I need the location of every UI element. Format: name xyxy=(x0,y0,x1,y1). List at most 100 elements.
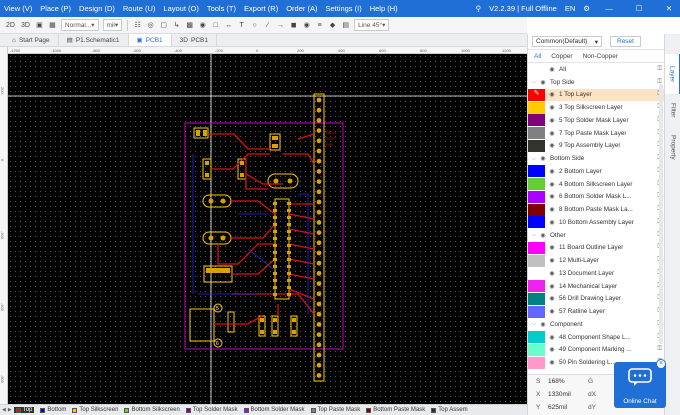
layer-color-swatch[interactable] xyxy=(528,216,545,229)
layer-row[interactable]: ◉57 Ratline Layer⚿ xyxy=(528,305,665,318)
layer-row[interactable]: ◉10 Bottom Assembly Layer⚿ xyxy=(528,216,665,229)
chevron-down-icon[interactable]: ⌵ xyxy=(532,232,539,238)
shape-icon[interactable]: ○ xyxy=(248,19,261,32)
filter-tab[interactable]: Non-Copper xyxy=(583,53,618,60)
menu-item[interactable]: Order (A) xyxy=(282,4,321,13)
route-icon[interactable]: ↳ xyxy=(170,19,183,32)
tab-pcb1[interactable]: 3D PCB1 xyxy=(171,34,217,46)
eye-icon[interactable]: ◉ xyxy=(548,142,556,149)
eye-icon[interactable]: ◉ xyxy=(548,359,556,366)
preset-select[interactable]: Common(Default) ▾ xyxy=(532,36,602,47)
line-angle-select[interactable]: Line 45° ▾ xyxy=(354,19,390,31)
chevron-down-icon[interactable]: ⌵ xyxy=(532,156,539,162)
eye-icon[interactable]: ◉ xyxy=(548,308,556,315)
eye-icon[interactable]: ◉ xyxy=(539,232,547,239)
layer-color-swatch[interactable] xyxy=(528,292,545,305)
pcb-canvas[interactable]: NEXT TEXT PIN 5 6 xyxy=(8,54,527,404)
layer-color-swatch[interactable] xyxy=(528,267,545,280)
layer-row[interactable]: ◉5 Top Solder Mask Layer⚿ xyxy=(528,114,665,127)
camera-icon[interactable]: ▣ xyxy=(33,19,46,32)
text-icon[interactable]: T xyxy=(235,19,248,32)
layer-row[interactable]: ◉ 49 Component Marking ... ⚿ xyxy=(528,343,665,357)
grid-icon[interactable]: ▦ xyxy=(46,19,59,32)
eye-icon[interactable]: ◉ xyxy=(548,257,556,264)
layer-switch-item[interactable]: Bottom Paste Mask xyxy=(366,407,425,413)
layer-switch-item[interactable]: Bottom Solder Mask xyxy=(243,407,305,413)
online-chat-button[interactable]: Online Chat xyxy=(614,362,666,408)
layer-color-swatch[interactable] xyxy=(528,63,545,76)
pad-icon[interactable]: ◆ xyxy=(326,19,339,32)
layer-color-swatch[interactable] xyxy=(528,165,545,178)
layer-color-swatch[interactable] xyxy=(528,254,545,267)
eye-icon[interactable]: ◉ xyxy=(548,295,556,302)
layer-row[interactable]: ◉9 Top Assembly Layer⚿ xyxy=(528,139,665,153)
tab-pcb1[interactable]: ▣ PCB1 xyxy=(128,34,172,46)
eye-icon[interactable]: ◉ xyxy=(548,244,556,251)
layer-color-swatch[interactable] xyxy=(528,241,545,254)
filter-tab[interactable]: All xyxy=(534,53,541,60)
chevron-down-icon[interactable]: ⌵ xyxy=(532,321,539,327)
layer-row[interactable]: ◉14 Mechanical Layer⚿ xyxy=(528,280,665,293)
tab-start-page[interactable]: ⌂ Start Page xyxy=(4,34,59,46)
layer-row[interactable]: ◉48 Component Shape L...⚿ xyxy=(528,331,665,344)
menu-item[interactable]: Tools (T) xyxy=(203,4,240,13)
line-icon[interactable]: ∕ xyxy=(261,19,274,32)
layer-color-swatch[interactable] xyxy=(528,139,545,152)
layer-row[interactable]: ◉ All ⚿ xyxy=(528,63,665,76)
layer-switch-item[interactable]: Bottom xyxy=(40,407,66,413)
layer-switch-item[interactable]: Top Assem xyxy=(431,407,468,413)
menu-item[interactable]: Settings (I) xyxy=(321,4,365,13)
language-button[interactable]: EN xyxy=(565,4,575,13)
layer-stack-icon[interactable]: ▤ xyxy=(339,19,352,32)
scrollbar[interactable] xyxy=(659,84,663,344)
layer-color-swatch[interactable] xyxy=(528,280,545,293)
eye-icon[interactable]: ◉ xyxy=(548,117,556,124)
prev-layer-icon[interactable]: ◀ xyxy=(2,407,6,413)
hole-icon[interactable]: ◉ xyxy=(196,19,209,32)
eye-icon[interactable]: ◉ xyxy=(539,79,547,86)
lock-icon[interactable]: ⚿ xyxy=(657,66,662,73)
layer-color-swatch[interactable] xyxy=(528,178,545,191)
layer-color-swatch[interactable] xyxy=(528,343,545,356)
snap-icon[interactable]: ☷ xyxy=(131,19,144,32)
gear-icon[interactable]: ⚙ xyxy=(583,4,590,13)
layer-row[interactable]: ◉56 Drill Drawing Layer⚿ xyxy=(528,292,665,306)
eye-icon[interactable]: ◉ xyxy=(548,66,556,73)
eye-icon[interactable]: ◉ xyxy=(539,155,547,162)
eye-icon[interactable]: ◉ xyxy=(548,181,556,188)
reset-button[interactable]: Reset xyxy=(610,36,641,47)
arrow-icon[interactable]: → xyxy=(274,19,287,32)
tab-layer[interactable]: Layer xyxy=(665,54,680,94)
close-button[interactable]: ✕ xyxy=(658,4,680,13)
layer-row[interactable]: ◉13 Document Layer⚿ xyxy=(528,267,665,280)
eye-icon[interactable]: ◉ xyxy=(548,130,556,137)
align-icon[interactable]: ≡ xyxy=(313,19,326,32)
layer-color-swatch[interactable] xyxy=(528,190,545,203)
menu-item[interactable]: Place (P) xyxy=(36,4,75,13)
menu-item[interactable]: Layout (O) xyxy=(159,4,202,13)
layer-group[interactable]: ⌵◉Other⚿ xyxy=(528,229,665,242)
layer-row[interactable]: ◉6 Bottom Solder Mask L...⚿ xyxy=(528,190,665,204)
tab-property[interactable]: Property xyxy=(665,130,680,164)
layer-color-swatch[interactable] xyxy=(528,114,545,127)
layer-color-swatch[interactable] xyxy=(528,101,545,114)
layer-switch-item[interactable]: Top Paste Mask xyxy=(310,407,360,413)
layer-group[interactable]: ⌵◉Bottom Side⚿ xyxy=(528,152,665,165)
target-icon[interactable]: ◎ xyxy=(144,19,157,32)
layer-switch-item[interactable]: Top Silkscreen xyxy=(72,407,118,413)
eye-icon[interactable]: ◉ xyxy=(548,193,556,200)
select-icon[interactable]: ▢ xyxy=(157,19,170,32)
layer-row[interactable]: ◉8 Bottom Paste Mask La...⚿ xyxy=(528,203,665,216)
next-layer-icon[interactable]: ▶ xyxy=(8,407,12,413)
layer-group[interactable]: ⌵◉Component⚿ xyxy=(528,318,665,331)
menu-item[interactable]: Export (R) xyxy=(240,4,282,13)
layer-row[interactable]: ◉11 Board Outline Layer⚿ xyxy=(528,241,665,255)
menu-item[interactable]: Route (U) xyxy=(119,4,160,13)
unit-select[interactable]: mil ▾ xyxy=(102,19,123,31)
layer-row[interactable]: ◉4 Bottom Silkscreen Layer⚿ xyxy=(528,178,665,191)
view-2d-button[interactable]: 2D xyxy=(3,19,18,32)
layer-row[interactable]: ◉3 Top Silkscreen Layer⚿ xyxy=(528,101,665,114)
eye-icon[interactable]: ◉ xyxy=(548,283,556,290)
layer-color-swatch[interactable] xyxy=(528,331,545,344)
chat-close-icon[interactable]: × xyxy=(656,359,666,369)
